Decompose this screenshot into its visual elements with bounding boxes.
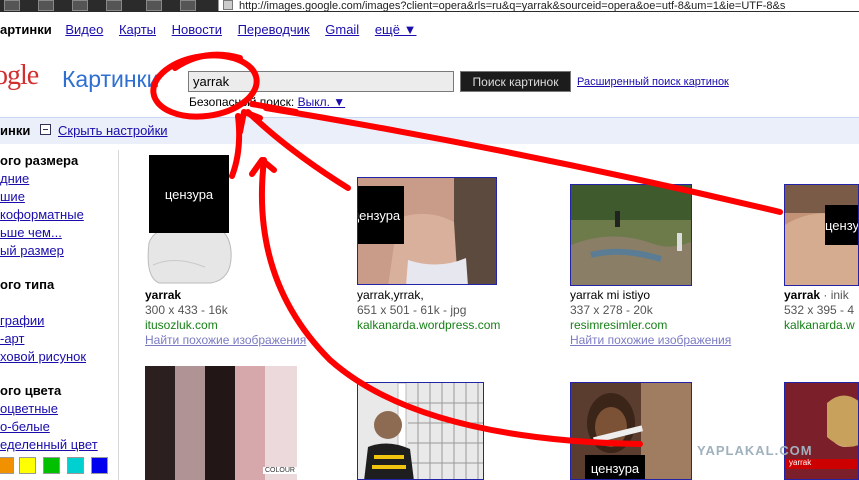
result-thumbnail[interactable]: [357, 382, 484, 480]
color-swatch[interactable]: [67, 457, 84, 474]
censor-box: цензура: [358, 186, 404, 244]
stop-icon[interactable]: [106, 0, 122, 11]
home-icon[interactable]: [146, 0, 162, 11]
nav-current: артинки: [0, 22, 52, 37]
result-host: kalkanarda.w: [784, 318, 855, 332]
size-filter-exact[interactable]: ый размер: [0, 243, 64, 258]
censor-box: цензура: [585, 455, 645, 479]
hide-settings-link[interactable]: Скрыть настройки: [58, 123, 168, 138]
result-thumbnail[interactable]: цензура: [357, 177, 497, 285]
top-nav: артинки Видео Карты Новости Переводчик G…: [0, 22, 416, 40]
nav-video[interactable]: Видео: [65, 22, 103, 37]
product-name: Картинки: [62, 66, 160, 92]
tv-caption: yarrak: [789, 458, 812, 467]
result-title[interactable]: yarrak: [145, 288, 181, 302]
result-thumbnail[interactable]: [570, 184, 692, 286]
result-image: [571, 185, 691, 285]
color-swatch[interactable]: [19, 457, 36, 474]
censor-box: цензура: [149, 155, 229, 233]
result-title[interactable]: yarrak mi istiyo: [570, 288, 650, 302]
size-filter-wide[interactable]: коформатные: [0, 207, 84, 222]
result-meta: 337 x 278 - 20k: [570, 303, 653, 317]
nav-gmail[interactable]: Gmail: [325, 22, 359, 37]
type-filter-photo[interactable]: графии: [0, 313, 44, 328]
result-meta: 651 x 501 - 61k - jpg: [357, 303, 467, 317]
safe-search: Безопасный поиск: Выкл. ▼: [189, 95, 345, 109]
bookmark-icon[interactable]: [180, 0, 196, 11]
similar-images-link[interactable]: Найти похожие изображения: [570, 333, 731, 347]
nav-maps[interactable]: Карты: [119, 22, 156, 37]
nav-news[interactable]: Новости: [172, 22, 222, 37]
result-title[interactable]: yarrak · inik: [784, 288, 849, 302]
colour-logo: COLOUR: [263, 467, 297, 474]
type-filter-clipart[interactable]: -арт: [0, 331, 24, 346]
search-input[interactable]: [188, 71, 454, 92]
censor-box: цензура: [825, 205, 858, 245]
result-host: kalkanarda.wordpress.com: [357, 318, 501, 332]
result-meta: 532 x 395 - 4: [784, 303, 855, 317]
size-filter-larger-than[interactable]: ьше чем...: [0, 225, 62, 240]
type-filter-lineart[interactable]: ховой рисунок: [0, 349, 86, 364]
url-text: http://images.google.com/images?client=o…: [239, 0, 786, 12]
result-thumbnail[interactable]: цензура: [570, 382, 692, 480]
color-filter-specific[interactable]: еделенный цвет: [0, 437, 98, 452]
color-swatch[interactable]: [0, 457, 14, 474]
logo-text: ogle: [0, 60, 39, 91]
result-image: [358, 383, 483, 479]
watermark: YAPLAKAL.COM: [697, 443, 813, 458]
size-filter-large[interactable]: шие: [0, 189, 25, 204]
result-host: itusozluk.com: [145, 318, 218, 332]
result-thumbnail[interactable]: цензура: [145, 155, 233, 285]
similar-images-link[interactable]: Найти похожие изображения: [145, 333, 306, 347]
color-swatch[interactable]: [43, 457, 60, 474]
nav-translate[interactable]: Переводчик: [238, 22, 310, 37]
browser-toolbar: http://images.google.com/images?client=o…: [0, 0, 859, 12]
nav-more[interactable]: ещё ▼: [375, 22, 417, 37]
size-filter-title: ого размера: [0, 153, 79, 168]
collapse-icon[interactable]: [40, 124, 51, 135]
type-filter-title: ого типа: [0, 277, 55, 292]
result-thumbnail[interactable]: цензура: [784, 184, 859, 286]
size-filter-medium[interactable]: дние: [0, 171, 29, 186]
result-host: resimresimler.com: [570, 318, 668, 332]
address-bar[interactable]: http://images.google.com/images?client=o…: [218, 0, 859, 11]
result-image: [145, 366, 297, 480]
color-filter-full[interactable]: оцветные: [0, 401, 58, 416]
result-meta: 300 x 433 - 16k: [145, 303, 228, 317]
page-icon: [223, 0, 233, 10]
search-button[interactable]: Поиск картинок: [460, 71, 571, 92]
safe-search-label: Безопасный поиск:: [189, 95, 295, 109]
settings-label: инки: [0, 123, 31, 138]
sidebar-divider: [118, 150, 119, 480]
color-swatch[interactable]: [91, 457, 108, 474]
forward-icon[interactable]: [38, 0, 54, 11]
color-filter-bw[interactable]: о-белые: [0, 419, 50, 434]
advanced-search-link[interactable]: Расширенный поиск картинок: [577, 76, 729, 88]
back-icon[interactable]: [4, 0, 20, 11]
result-title[interactable]: yarrak,yrrak,: [357, 288, 424, 302]
reload-icon[interactable]: [72, 0, 88, 11]
type-filter-face[interactable]: [0, 295, 6, 309]
safe-search-toggle[interactable]: Выкл. ▼: [298, 95, 346, 109]
color-filter-title: ого цвета: [0, 383, 62, 398]
result-thumbnail[interactable]: yarrak: [784, 382, 859, 480]
google-logo[interactable]: ogle: [0, 60, 39, 92]
result-thumbnail[interactable]: COLOUR: [145, 366, 297, 480]
